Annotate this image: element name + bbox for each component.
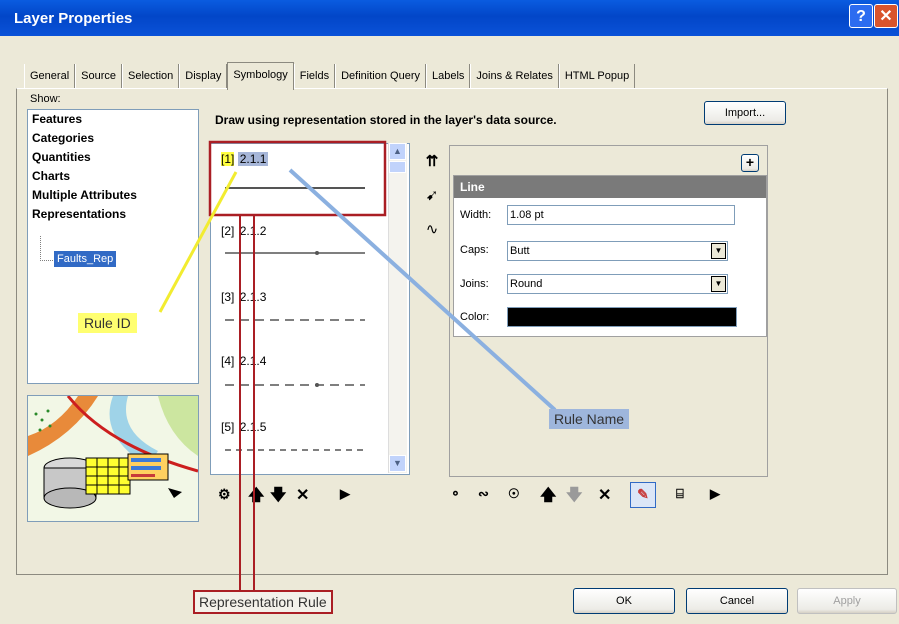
annotation-rule-id: Rule ID bbox=[78, 313, 137, 333]
annotation-overlay bbox=[158, 140, 557, 590]
rule-id-pointer bbox=[158, 171, 238, 313]
tab-symbology[interactable]: Symbology bbox=[227, 62, 294, 90]
annotation-rule-name: Rule Name bbox=[549, 409, 630, 429]
annotation-representation-rule: Representation Rule bbox=[193, 590, 333, 614]
rule-name-pointer bbox=[288, 168, 557, 412]
